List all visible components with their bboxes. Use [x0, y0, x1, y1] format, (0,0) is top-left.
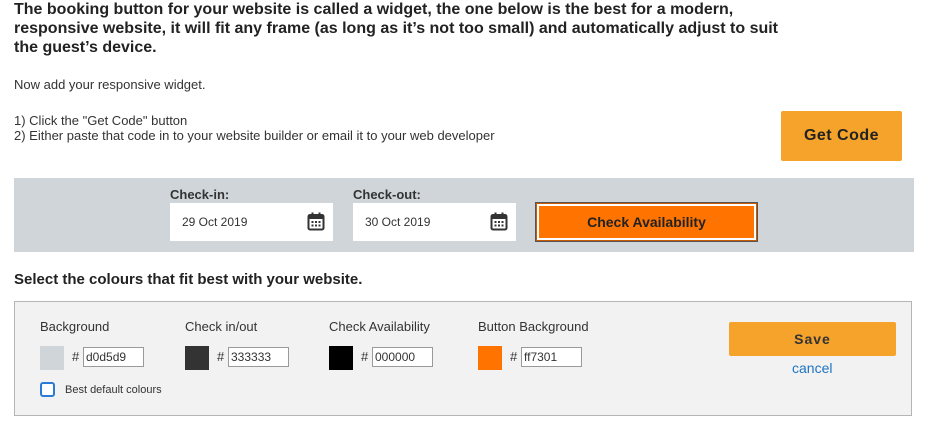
checkin-date-value: 29 Oct 2019: [182, 215, 248, 229]
hash-symbol: #: [361, 349, 369, 364]
best-default-checkbox[interactable]: [40, 382, 55, 397]
calendar-icon[interactable]: [307, 212, 325, 231]
cancel-link[interactable]: cancel: [792, 360, 832, 376]
hash-symbol: #: [72, 349, 80, 364]
best-default-label: Best default colours: [65, 384, 162, 396]
button-background-label: Button Background: [478, 319, 589, 334]
background-hex-input[interactable]: [83, 347, 144, 367]
hash-symbol: #: [217, 349, 225, 364]
checkout-label: Check-out:: [353, 187, 421, 202]
colour-panel: [14, 301, 912, 416]
colours-heading: Select the colours that fit best with yo…: [14, 271, 363, 288]
step-1-text: 1) Click the "Get Code" button: [14, 113, 188, 128]
button-background-hex-input[interactable]: [521, 347, 582, 367]
get-code-button[interactable]: Get Code: [781, 111, 902, 161]
add-widget-text: Now add your responsive widget.: [14, 77, 206, 92]
check-in-out-hex-input[interactable]: [228, 347, 289, 367]
check-in-out-swatch[interactable]: [185, 346, 209, 370]
check-availability-label: Check Availability: [329, 319, 430, 334]
check-availability-swatch[interactable]: [329, 346, 353, 370]
check-availability-hex-input[interactable]: [372, 347, 433, 367]
checkin-date-field[interactable]: 29 Oct 2019: [170, 203, 333, 241]
check-in-out-label: Check in/out: [185, 319, 258, 334]
checkin-label: Check-in:: [170, 187, 230, 202]
check-availability-button[interactable]: Check Availability: [535, 202, 758, 242]
hash-symbol: #: [510, 349, 518, 364]
checkout-date-value: 30 Oct 2019: [365, 215, 431, 229]
background-swatch[interactable]: [40, 346, 64, 370]
step-2-text: 2) Either paste that code in to your web…: [14, 128, 495, 143]
intro-heading: The booking button for your website is c…: [14, 1, 779, 56]
checkout-date-field[interactable]: 30 Oct 2019: [353, 203, 516, 241]
background-label: Background: [40, 319, 110, 334]
button-background-swatch[interactable]: [478, 346, 502, 370]
calendar-icon[interactable]: [490, 212, 508, 231]
save-button[interactable]: Save: [729, 322, 896, 356]
